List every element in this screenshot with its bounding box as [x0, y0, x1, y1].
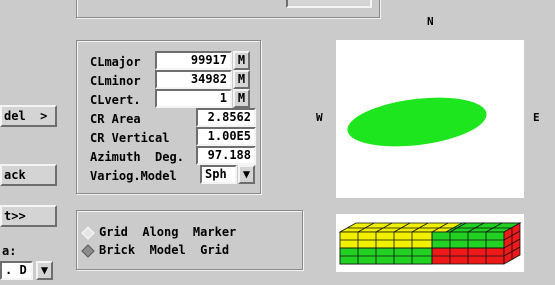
anisotropy-ellipse-svg [347, 97, 487, 147]
anisotropy-ellipse-view [336, 40, 524, 198]
brick-model-svg [338, 222, 522, 265]
back-button-label: ack [4, 168, 26, 182]
radio-diamond-icon [81, 226, 95, 240]
variog-model-label: Variog.Model [90, 169, 177, 183]
brick-model-view [336, 214, 524, 272]
chevron-down-icon: ▼ [40, 263, 49, 277]
grid-along-marker-radio[interactable] [81, 226, 95, 243]
north-label: N [427, 15, 434, 28]
cl-major-field[interactable]: 99917 [155, 51, 232, 70]
anisotropy-ellipse [347, 97, 487, 147]
next-button-label: t>> [4, 209, 26, 223]
cl-minor-field[interactable]: 34982 [155, 70, 232, 89]
azimuth-field[interactable]: 97.188 [196, 146, 256, 165]
radio-diamond-selected-icon [81, 244, 95, 258]
variogram-model-button[interactable]: del > [0, 105, 57, 127]
back-button[interactable]: ack [0, 164, 57, 186]
cr-vertical-label: CR Vertical [90, 131, 170, 145]
brick-model-grid-radio[interactable] [81, 244, 95, 261]
next-button[interactable]: t>> [0, 205, 57, 227]
cl-minor-label: CLminor [90, 74, 141, 88]
chevron-down-icon: ▼ [242, 167, 251, 181]
azimuth-label: Azimuth Deg. [90, 150, 184, 164]
top-slider-track[interactable] [286, 0, 372, 8]
cl-major-unit: M [233, 51, 250, 70]
cr-area-field[interactable]: 2.8562 [196, 108, 256, 127]
grid-options-panel [76, 210, 303, 270]
cl-vert-label: CLvert. [90, 93, 141, 107]
variogram-model-button-label: del > [4, 109, 48, 123]
variog-model-dropdown[interactable]: ▼ [238, 165, 255, 184]
area-select-dropdown[interactable]: ▼ [36, 261, 53, 280]
grid-along-marker-label: Grid Along Marker [99, 225, 237, 239]
east-label: E [533, 111, 540, 124]
area-label: a: [2, 244, 17, 258]
cl-minor-unit: M [233, 70, 250, 89]
cl-vert-unit: M [233, 89, 250, 108]
area-select-value[interactable]: . D [0, 261, 33, 280]
cl-vert-field[interactable]: 1 [155, 89, 232, 108]
brick-model-grid-label: Brick Model Grid [99, 243, 230, 257]
west-label: W [316, 111, 323, 124]
variog-model-select[interactable]: Sph [200, 165, 237, 184]
cl-major-label: CLmajor [90, 55, 141, 69]
cr-vertical-field[interactable]: 1.00E5 [196, 127, 256, 146]
cr-area-label: CR Area [90, 112, 141, 126]
